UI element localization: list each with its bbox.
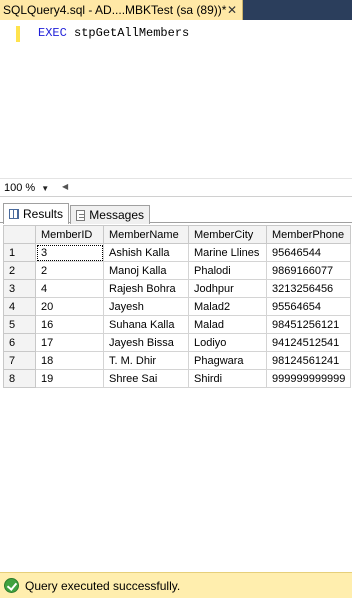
cell-memberphone[interactable]: 9869166077 — [265, 261, 352, 280]
cell-membername[interactable]: Rajesh Bohra — [103, 279, 189, 298]
cell-membercity[interactable]: Lodiyo — [188, 333, 267, 352]
bottom-strip — [0, 598, 352, 612]
cell-memberphone[interactable]: 98451256121 — [265, 315, 352, 334]
tab-results[interactable]: Results — [3, 203, 69, 224]
change-marker — [16, 26, 20, 42]
results-grid[interactable]: MemberID MemberName MemberCity MemberPho… — [3, 225, 352, 388]
cell-membercity[interactable]: Phalodi — [188, 261, 267, 280]
cell-memberphone[interactable]: 94124512541 — [265, 333, 352, 352]
cell-memberphone[interactable]: 999999999999 — [265, 369, 352, 388]
results-pane: Results Messages MemberID MemberName Mem… — [0, 196, 352, 572]
row-number[interactable]: 4 — [3, 297, 36, 316]
tab-results-label: Results — [22, 207, 63, 221]
tab-messages[interactable]: Messages — [70, 205, 150, 224]
table-row[interactable]: 8 19 Shree Sai Shirdi 999999999999 — [3, 369, 352, 388]
cell-membername[interactable]: Jayesh — [103, 297, 189, 316]
cell-memberphone[interactable]: 95646544 — [265, 243, 352, 262]
cell-membercity[interactable]: Jodhpur — [188, 279, 267, 298]
sql-keyword: EXEC — [38, 26, 67, 40]
cell-membername[interactable]: T. M. Dhir — [103, 351, 189, 370]
grid-icon — [9, 209, 19, 219]
zoom-dropdown[interactable]: 100 % ▼ — [2, 181, 49, 195]
cell-memberphone[interactable]: 98124561241 — [265, 351, 352, 370]
column-header-memberid[interactable]: MemberID — [35, 225, 104, 244]
grid-header-row: MemberID MemberName MemberCity MemberPho… — [3, 225, 352, 244]
row-number-header[interactable] — [3, 225, 36, 244]
table-row[interactable]: 1 3 Ashish Kalla Marine Llines 95646544 — [3, 243, 352, 262]
zoom-strip: 100 % ▼ ◀ — [0, 178, 352, 196]
cell-memberid[interactable]: 2 — [35, 261, 104, 280]
cell-membercity[interactable]: Malad2 — [188, 297, 267, 316]
row-number[interactable]: 5 — [3, 315, 36, 334]
messages-icon — [76, 209, 86, 221]
cell-memberphone[interactable]: 95564654 — [265, 297, 352, 316]
row-number[interactable]: 6 — [3, 333, 36, 352]
cell-membercity[interactable]: Phagwara — [188, 351, 267, 370]
editor-gutter — [0, 20, 16, 178]
zoom-value: 100 % — [4, 182, 36, 194]
table-row[interactable]: 4 20 Jayesh Malad2 95564654 — [3, 297, 352, 316]
tab-messages-label: Messages — [89, 208, 144, 222]
cell-membercity[interactable]: Shirdi — [188, 369, 267, 388]
cell-memberid[interactable]: 20 — [35, 297, 104, 316]
table-row[interactable]: 7 18 T. M. Dhir Phagwara 98124561241 — [3, 351, 352, 370]
column-header-memberphone[interactable]: MemberPhone — [265, 225, 352, 244]
close-icon[interactable]: ✕ — [227, 2, 237, 18]
cell-memberphone[interactable]: 3213256456 — [265, 279, 352, 298]
cell-memberid[interactable]: 19 — [35, 369, 104, 388]
chevron-down-icon[interactable]: ▼ — [41, 184, 49, 193]
results-tab-strip: Results Messages — [0, 203, 352, 224]
cell-memberid[interactable]: 18 — [35, 351, 104, 370]
cell-membername[interactable]: Ashish Kalla — [103, 243, 189, 262]
cell-memberid[interactable]: 4 — [35, 279, 104, 298]
cell-memberid[interactable]: 17 — [35, 333, 104, 352]
cell-memberid[interactable]: 3 — [35, 243, 104, 262]
scroll-left-icon[interactable]: ◀ — [62, 182, 68, 191]
table-row[interactable]: 5 16 Suhana Kalla Malad 98451256121 — [3, 315, 352, 334]
table-row[interactable]: 6 17 Jayesh Bissa Lodiyo 94124512541 — [3, 333, 352, 352]
cell-membername[interactable]: Shree Sai — [103, 369, 189, 388]
cell-memberid[interactable]: 16 — [35, 315, 104, 334]
cell-membername[interactable]: Manoj Kalla — [103, 261, 189, 280]
row-number[interactable]: 7 — [3, 351, 36, 370]
code-line-1[interactable]: EXEC stpGetAllMembers — [38, 26, 189, 40]
table-row[interactable]: 2 2 Manoj Kalla Phalodi 9869166077 — [3, 261, 352, 280]
row-number[interactable]: 1 — [3, 243, 36, 262]
status-bar: Query executed successfully. — [0, 572, 352, 598]
cell-membername[interactable]: Suhana Kalla — [103, 315, 189, 334]
row-number[interactable]: 2 — [3, 261, 36, 280]
cell-membername[interactable]: Jayesh Bissa — [103, 333, 189, 352]
row-number[interactable]: 3 — [3, 279, 36, 298]
table-row[interactable]: 3 4 Rajesh Bohra Jodhpur 3213256456 — [3, 279, 352, 298]
document-tab-title: SQLQuery4.sql - AD....MBKTest (sa (89))* — [3, 3, 227, 17]
column-header-membername[interactable]: MemberName — [103, 225, 189, 244]
document-tab[interactable]: SQLQuery4.sql - AD....MBKTest (sa (89))*… — [0, 0, 243, 20]
column-header-membercity[interactable]: MemberCity — [188, 225, 267, 244]
row-number[interactable]: 8 — [3, 369, 36, 388]
success-check-icon — [4, 578, 19, 593]
status-message: Query executed successfully. — [25, 578, 181, 593]
document-tab-bar: SQLQuery4.sql - AD....MBKTest (sa (89))*… — [0, 0, 352, 20]
cell-membercity[interactable]: Marine Llines — [188, 243, 267, 262]
cell-membercity[interactable]: Malad — [188, 315, 267, 334]
query-editor[interactable]: EXEC stpGetAllMembers — [0, 20, 352, 178]
procedure-name: stpGetAllMembers — [74, 26, 190, 40]
